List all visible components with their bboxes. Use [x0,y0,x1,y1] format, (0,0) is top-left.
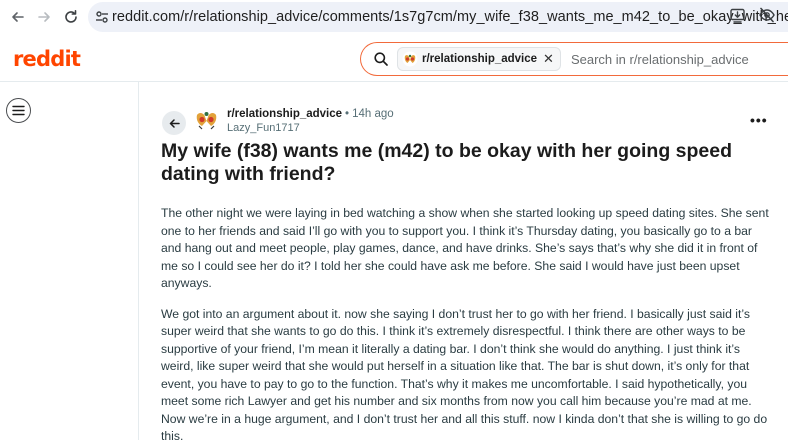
eye-slash-icon[interactable] [757,5,777,25]
chip-close-icon[interactable]: ✕ [543,51,554,67]
url-text[interactable]: reddit.com/r/relationship_advice/comment… [112,9,788,25]
subreddit-link[interactable]: r/relationship_advice [227,108,342,120]
reddit-header: reddit r/relationship_advice ✕ Search in… [0,38,788,82]
post-time: 14h ago [352,108,394,120]
back-arrow-icon [169,118,180,128]
search-bar[interactable]: r/relationship_advice ✕ Search in r/rela… [360,42,788,76]
post-title: My wife (f38) wants me (m42) to be okay … [161,140,733,185]
site-settings-icon[interactable] [94,3,110,31]
post-meta: r/relationship_advice • 14h ago [227,108,394,120]
reddit-logo[interactable]: reddit [13,47,81,71]
back-button[interactable] [162,111,186,135]
reload-icon[interactable] [58,4,84,30]
author-link[interactable]: Lazy_Fun1717 [227,122,300,134]
post-paragraph: The other night we were laying in bed wa… [161,206,769,290]
menu-icon[interactable] [6,98,31,123]
more-options-button[interactable]: ••• [750,112,768,128]
subreddit-search-chip[interactable]: r/relationship_advice ✕ [397,47,561,71]
address-bar[interactable]: reddit.com/r/relationship_advice/comment… [88,2,788,32]
post-body: The other night we were laying in bed wa… [161,205,773,440]
subreddit-chip-label: r/relationship_advice [422,53,538,65]
forward-arrow-icon[interactable] [31,4,57,30]
sidebar-divider [138,82,139,440]
search-input[interactable]: Search in r/relationship_advice [571,52,749,67]
back-arrow-icon[interactable] [5,4,31,30]
browser-toolbar: reddit.com/r/relationship_advice/comment… [0,0,788,34]
subreddit-avatar[interactable] [193,106,220,133]
search-icon [374,52,388,66]
subreddit-avatar-icon [402,51,418,67]
install-app-icon[interactable] [727,5,747,25]
post-paragraph: We got into an argument about it. now sh… [161,306,768,440]
meta-separator: • [345,108,350,120]
